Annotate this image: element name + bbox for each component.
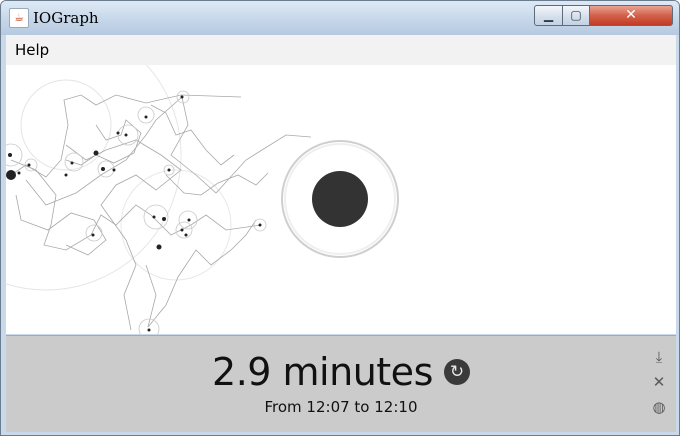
- tracking-duration: 2.9 minutes: [212, 350, 433, 394]
- save-icon[interactable]: ⤓: [648, 346, 670, 368]
- app-window: ☕ IOGraph ▁ ▢ ✕ Help 2.9 minutes ↻ From …: [0, 0, 680, 436]
- minimize-icon: ▁: [543, 8, 554, 22]
- side-toolbar: ⤓ ✕ ◍: [648, 346, 670, 421]
- cursor-dot: [312, 171, 368, 227]
- menu-bar: Help: [6, 35, 676, 65]
- close-button[interactable]: ✕: [589, 5, 673, 26]
- maximize-icon: ▢: [570, 8, 582, 22]
- title-bar[interactable]: ☕ IOGraph ▁ ▢ ✕: [1, 1, 679, 35]
- status-bar: 2.9 minutes ↻ From 12:07 to 12:10 ⤓ ✕ ◍: [6, 335, 676, 432]
- globe-icon[interactable]: ◍: [648, 396, 670, 418]
- time-range: From 12:07 to 12:10: [264, 398, 418, 416]
- duration-row: 2.9 minutes ↻: [6, 350, 676, 394]
- window-title: IOGraph: [33, 9, 99, 27]
- refresh-icon[interactable]: ↻: [443, 359, 470, 385]
- mouse-track-canvas: [6, 65, 676, 334]
- stop-circle: [6, 65, 182, 291]
- java-cup-icon: ☕: [9, 8, 29, 28]
- menu-help[interactable]: Help: [15, 41, 49, 59]
- close-icon: ✕: [625, 7, 637, 23]
- mouse-trail: [10, 94, 312, 331]
- mouse-track-graph: [6, 65, 399, 334]
- stop-circles: [6, 90, 267, 334]
- stop-circle: [20, 79, 112, 171]
- minimize-button[interactable]: ▁: [534, 5, 563, 26]
- stop-circle: [120, 169, 232, 281]
- maximize-button[interactable]: ▢: [562, 5, 590, 26]
- settings-icon[interactable]: ✕: [648, 371, 670, 393]
- pause-dots: [6, 95, 262, 332]
